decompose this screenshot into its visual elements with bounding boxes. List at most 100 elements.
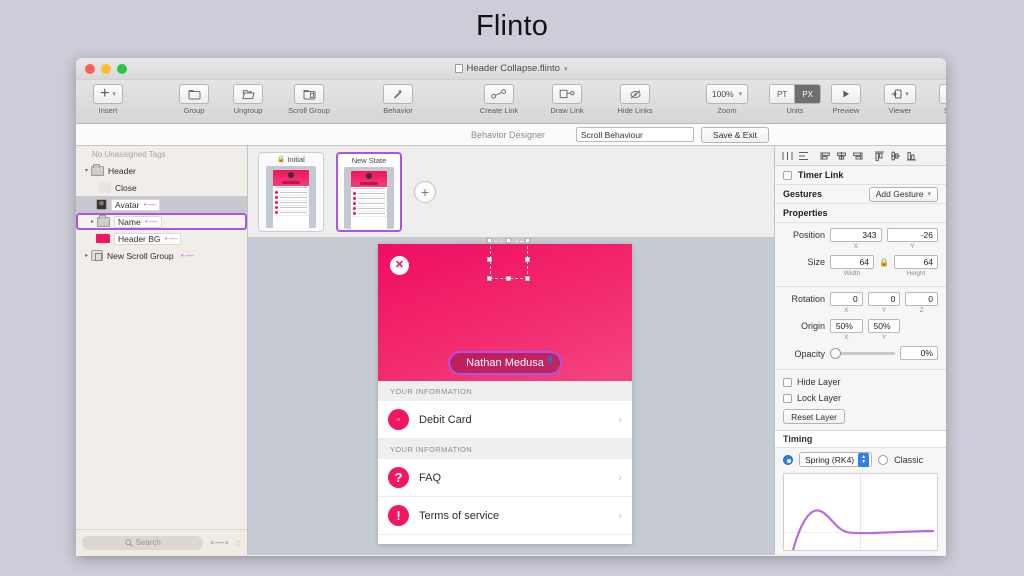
insert-button[interactable]: + ▾ xyxy=(93,84,123,104)
disclosure-triangle-icon[interactable]: ▾ xyxy=(82,167,91,174)
resize-handle-sw[interactable] xyxy=(487,276,492,281)
hide-links-tool[interactable]: Hide Links xyxy=(606,84,664,115)
preview-button[interactable] xyxy=(831,84,861,104)
opacity-slider[interactable] xyxy=(830,347,895,359)
preview-tool[interactable]: Preview xyxy=(824,84,868,115)
align-bottom-icon[interactable] xyxy=(904,149,919,163)
hide-layer-checkbox[interactable] xyxy=(783,377,792,387)
layer-row-header-bg[interactable]: Header BG ⋆— xyxy=(76,230,247,247)
timer-link-row[interactable]: Timer Link xyxy=(775,166,946,185)
add-gesture-button[interactable]: Add Gesture ▾ xyxy=(868,186,938,202)
selection-handles[interactable] xyxy=(487,238,530,281)
classic-radio[interactable] xyxy=(878,454,889,465)
add-state-button[interactable]: + xyxy=(414,180,436,203)
align-middle-icon[interactable] xyxy=(888,149,903,163)
hide-layer-row[interactable]: Hide Layer xyxy=(775,374,946,390)
stepper-icon[interactable]: ▲ ▼ xyxy=(858,452,870,467)
align-top-icon[interactable] xyxy=(872,149,887,163)
opacity-input[interactable]: 0% xyxy=(900,346,938,360)
save-and-exit-button[interactable]: Save & Exit xyxy=(701,126,769,143)
share-button[interactable] xyxy=(939,84,946,104)
disclosure-triangle-icon[interactable]: ▸ xyxy=(82,252,91,259)
opacity-slider-knob[interactable] xyxy=(830,347,841,359)
rotation-y-input[interactable]: 0 xyxy=(867,292,901,306)
resize-handle-nw[interactable] xyxy=(487,238,492,243)
position-x-input[interactable]: 343 xyxy=(830,228,882,242)
disclosure-triangle-icon[interactable]: ▸ xyxy=(88,218,97,225)
lock-layer-checkbox[interactable] xyxy=(783,393,792,403)
group-tool[interactable]: Group xyxy=(172,84,216,115)
origin-y-input[interactable]: 50% xyxy=(867,319,901,333)
layer-row-new-scroll-group[interactable]: ▸ New Scroll Group ⋆— xyxy=(76,247,247,264)
layer-row-avatar[interactable]: Avatar ⋆— xyxy=(76,196,247,213)
spring-radio[interactable] xyxy=(783,454,793,465)
position-y-input[interactable]: -26 xyxy=(886,228,938,242)
unit-pt-option[interactable]: PT xyxy=(770,85,796,103)
resize-handle-s[interactable] xyxy=(506,276,511,281)
create-link-button[interactable] xyxy=(484,84,514,104)
design-canvas[interactable]: ✕ Nathan Medusa YOUR INFORMATION ▫ Debit… xyxy=(248,238,774,555)
close-icon[interactable]: ✕ xyxy=(390,256,409,275)
list-item[interactable]: ? FAQ › xyxy=(378,459,632,497)
viewer-tool[interactable]: ▾ Viewer xyxy=(878,84,922,115)
list-item[interactable]: ▫ Debit Card › xyxy=(378,401,632,439)
insert-tool[interactable]: + ▾ Insert xyxy=(86,84,130,115)
search-input[interactable]: Search xyxy=(82,535,204,550)
layer-name-field[interactable]: Avatar ⋆— xyxy=(111,198,161,211)
align-right-icon[interactable] xyxy=(850,149,865,163)
scroll-group-button[interactable] xyxy=(294,84,324,104)
group-button[interactable] xyxy=(179,84,209,104)
ungroup-tool[interactable]: Ungroup xyxy=(226,84,270,115)
link-icon[interactable]: ∘—∘ xyxy=(209,537,229,548)
document-title[interactable]: Header Collapse.flinto ▾ xyxy=(76,63,946,74)
layer-row-header[interactable]: ▾ Header xyxy=(76,162,247,179)
zoom-select[interactable]: 100% ▾ xyxy=(705,84,749,104)
zoom-tool[interactable]: 100% ▾ Zoom xyxy=(698,84,756,115)
unit-px-option[interactable]: PX xyxy=(795,85,820,103)
rotation-x-input[interactable]: 0 xyxy=(830,292,863,306)
size-height-input[interactable]: 64 xyxy=(893,255,938,269)
behavior-button[interactable] xyxy=(383,84,413,104)
draw-link-tool[interactable]: Draw Link xyxy=(538,84,596,115)
viewer-button[interactable]: ▾ xyxy=(884,84,916,104)
layer-row-close[interactable]: Close xyxy=(76,179,247,196)
rotation-z-input[interactable]: 0 xyxy=(905,292,939,306)
lock-layer-row[interactable]: Lock Layer xyxy=(775,390,946,406)
create-link-tool[interactable]: Create Link xyxy=(470,84,528,115)
lock-aspect-ratio-icon[interactable]: 🔒 xyxy=(879,255,889,267)
state-card-new-state[interactable]: New State xyxy=(336,151,402,232)
behavior-name-input[interactable]: Scroll Behaviour xyxy=(576,127,694,142)
distribute-vertical-icon[interactable] xyxy=(796,149,811,163)
resize-handle-n[interactable] xyxy=(506,238,511,243)
spring-select[interactable]: Spring (RK4) ▲ ▼ xyxy=(799,452,873,467)
ungroup-button[interactable] xyxy=(233,84,263,104)
share-tool[interactable]: Share xyxy=(932,84,946,115)
distribute-horizontal-icon[interactable] xyxy=(780,149,795,163)
resize-handle-ne[interactable] xyxy=(525,238,530,243)
behavior-tool[interactable]: Behavior xyxy=(376,84,420,115)
layer-row-name[interactable]: ▸ Name ⋆— xyxy=(76,213,247,230)
layer-name-field[interactable]: Header BG ⋆— xyxy=(114,232,182,245)
state-card-initial[interactable]: 🔒 Initial xyxy=(258,151,324,232)
chevron-down-icon[interactable]: ▾ xyxy=(564,65,568,73)
units-tool[interactable]: PT PX Units xyxy=(766,84,824,115)
list-item[interactable]: ! Terms of service › xyxy=(378,497,632,535)
size-width-input[interactable]: 64 xyxy=(830,255,875,269)
units-segmented-control[interactable]: PT PX xyxy=(769,84,821,104)
origin-x-input[interactable]: 50% xyxy=(830,319,863,333)
align-left-icon[interactable] xyxy=(818,149,833,163)
timer-link-label: Timer Link xyxy=(798,170,844,180)
timer-link-checkbox[interactable] xyxy=(783,170,792,180)
name-pill[interactable]: Nathan Medusa xyxy=(448,351,562,375)
hide-links-button[interactable] xyxy=(620,84,650,104)
draw-link-button[interactable] xyxy=(552,84,582,104)
reset-layer-button[interactable]: Reset Layer xyxy=(783,409,845,424)
resize-handle-e[interactable] xyxy=(525,257,530,262)
scroll-group-tool[interactable]: Scroll Group xyxy=(280,84,338,115)
transition-icon[interactable]: ◌ xyxy=(236,538,241,548)
layer-name-field[interactable]: Name ⋆— xyxy=(114,215,162,228)
resize-handle-se[interactable] xyxy=(525,276,530,281)
resize-handle-w[interactable] xyxy=(487,257,492,262)
hide-links-icon xyxy=(629,89,641,99)
align-center-horizontal-icon[interactable] xyxy=(834,149,849,163)
